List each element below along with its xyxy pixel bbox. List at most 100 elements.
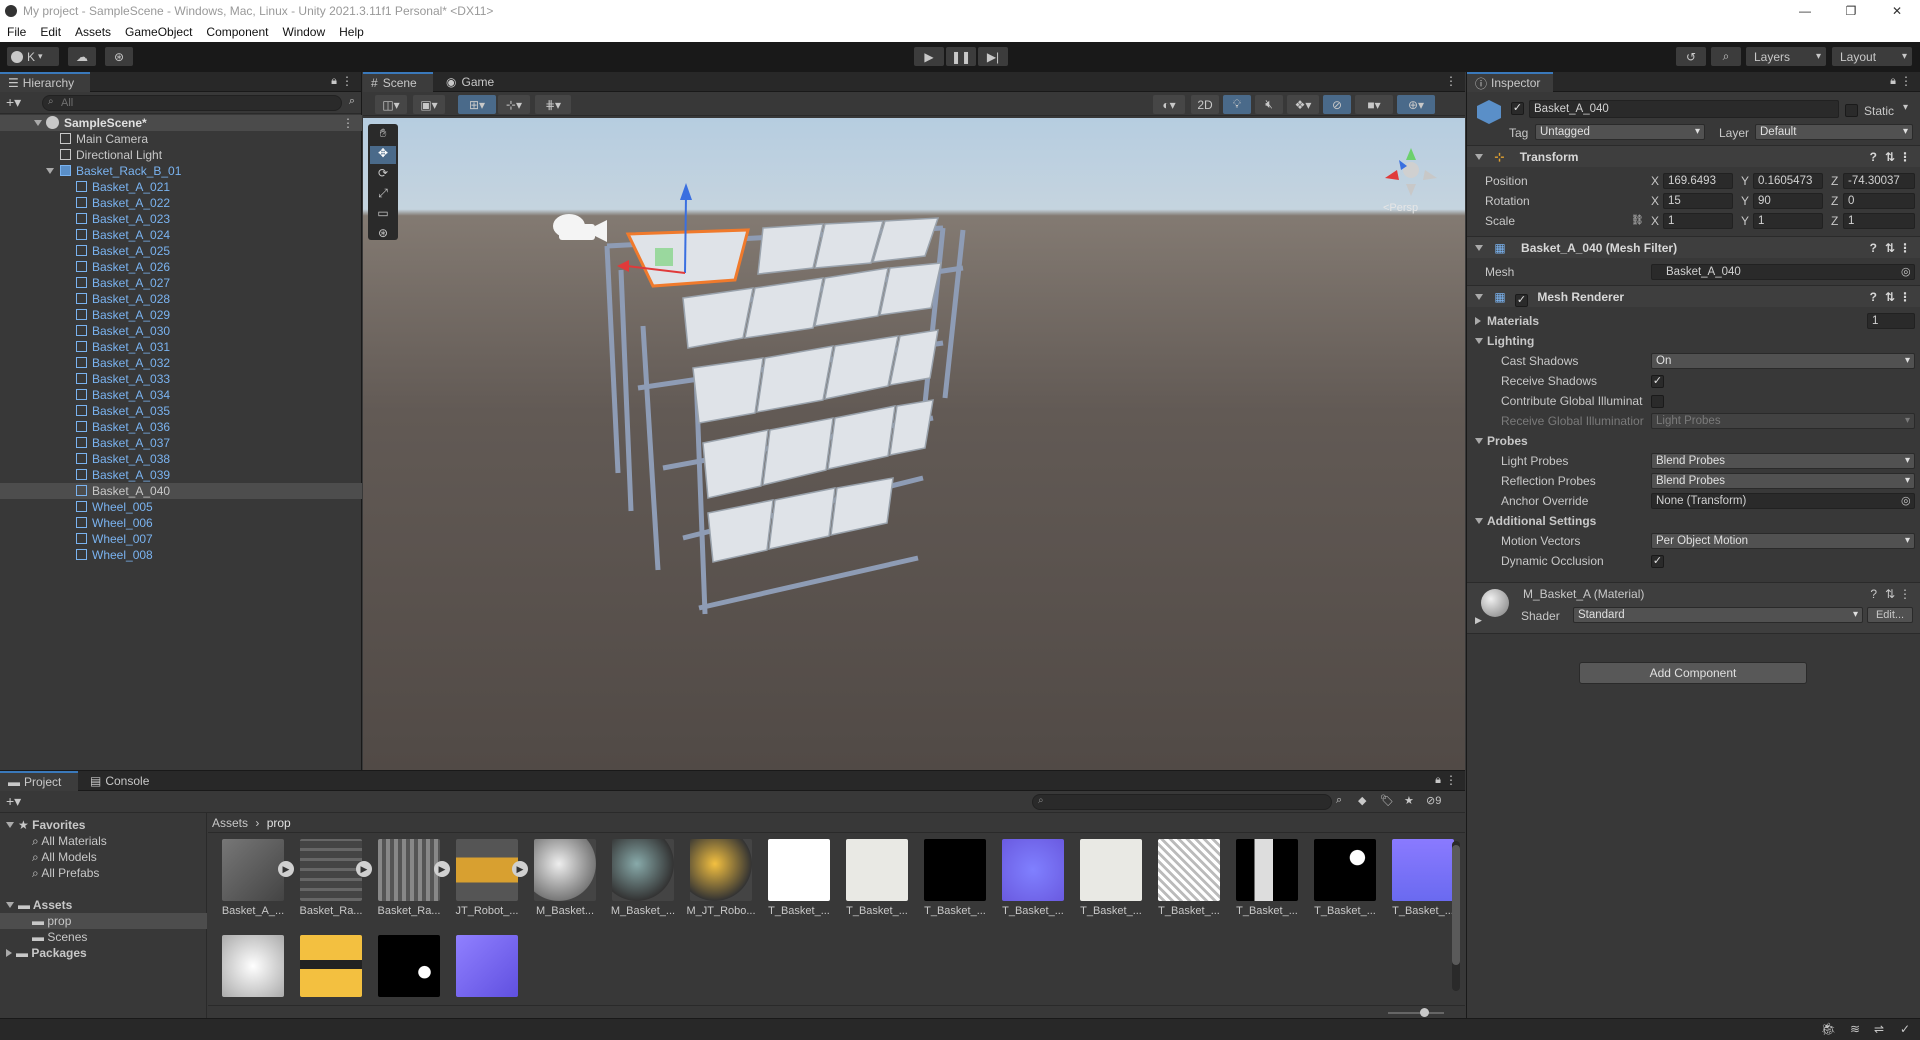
reflection-probes-dropdown[interactable]: Blend Probes [1651, 473, 1915, 489]
project-more-icon[interactable]: ⋮ [1445, 773, 1457, 787]
asset-thumbnail[interactable] [690, 839, 752, 901]
fav-all-materials[interactable]: ⌕ All Materials [0, 833, 207, 849]
asset-thumbnail[interactable] [1314, 839, 1376, 901]
asset-thumbnail[interactable] [300, 839, 362, 901]
mesh-renderer-header[interactable]: ▦ ✓ Mesh Renderer ? ⇅ ⋮ [1467, 285, 1920, 307]
materials-row[interactable]: Materials 1 [1467, 312, 1915, 330]
hierarchy-item[interactable]: Basket_A_022 [0, 195, 362, 211]
component-menu-icon[interactable]: ⋮ [1899, 237, 1911, 259]
position-y-field[interactable]: 0.1605473 [1753, 173, 1823, 189]
component-menu-icon[interactable]: ⋮ [1899, 146, 1911, 168]
create-icon[interactable]: +▾ [6, 793, 21, 810]
breadcrumb-assets[interactable]: Assets [212, 816, 248, 830]
additional-settings-row[interactable]: Additional Settings [1467, 512, 1837, 530]
transform-header[interactable]: ⊹ Transform ? ⇅ ⋮ [1467, 145, 1920, 167]
asset-thumbnail[interactable] [378, 935, 440, 997]
dynamic-occlusion-checkbox[interactable]: ✓ [1651, 555, 1664, 568]
network-icon[interactable]: ⇌ [1874, 1022, 1884, 1036]
mesh-filter-header[interactable]: ▦ Basket_A_040 (Mesh Filter) ? ⇅ ⋮ [1467, 236, 1920, 258]
asset-thumbnail[interactable] [1236, 839, 1298, 901]
receive-shadows-checkbox[interactable]: ✓ [1651, 375, 1664, 388]
asset-thumbnail[interactable] [378, 839, 440, 901]
asset-thumbnail[interactable] [456, 839, 518, 901]
tag-icon[interactable]: 🏷︎ [1380, 794, 1394, 807]
component-menu-icon[interactable]: ⋮ [1899, 286, 1911, 308]
search-by-type-icon[interactable]: ⌕ [1336, 794, 1342, 807]
mesh-field[interactable]: Basket_A_040 [1651, 264, 1915, 280]
asset-thumbnail[interactable] [1158, 839, 1220, 901]
search-type-icon[interactable]: ⌕ [349, 95, 355, 108]
hierarchy-item-selected[interactable]: Basket_A_040 [0, 483, 362, 499]
hierarchy-item[interactable]: Basket_A_025 [0, 243, 362, 259]
hand-tool-icon[interactable]: ✋︎ [370, 126, 396, 144]
toggle-2d-button[interactable]: 2D [1191, 95, 1219, 114]
asset-thumbnail[interactable] [612, 839, 674, 901]
hierarchy-item[interactable]: Basket_A_028 [0, 291, 362, 307]
inspector-more-icon[interactable]: ⋮ [1900, 74, 1912, 88]
rotation-x-field[interactable]: 15 [1663, 193, 1733, 209]
expand-model-icon[interactable]: ▶ [434, 861, 450, 877]
hierarchy-item[interactable]: Basket_A_038 [0, 451, 362, 467]
object-picker-icon[interactable]: ◎ [1901, 263, 1911, 281]
static-dropdown-icon[interactable]: ▾ [1903, 102, 1908, 113]
motion-vectors-dropdown[interactable]: Per Object Motion [1651, 533, 1915, 549]
layers-dropdown[interactable]: Layers ▾ [1746, 47, 1826, 66]
close-button[interactable]: ✕ [1874, 0, 1920, 22]
mesh-renderer-enabled-checkbox[interactable]: ✓ [1515, 294, 1529, 307]
asset-thumbnail[interactable] [456, 935, 518, 997]
hierarchy-item[interactable]: Basket_A_030 [0, 323, 362, 339]
hidden-packages-icon[interactable]: ⊘9 [1426, 794, 1441, 807]
hierarchy-item[interactable]: Basket_A_033 [0, 371, 362, 387]
menu-help[interactable]: Help [332, 25, 371, 39]
asset-thumbnail[interactable] [222, 839, 284, 901]
object-picker-icon[interactable]: ◎ [1901, 492, 1911, 510]
add-component-button[interactable]: Add Component [1579, 662, 1807, 684]
expand-model-icon[interactable]: ▶ [278, 861, 294, 877]
maximize-button[interactable]: ❐ [1828, 0, 1874, 22]
asset-thumbnail[interactable] [1080, 839, 1142, 901]
lock-icon[interactable]: 🔒︎ [331, 75, 337, 88]
inspector-lock-icon[interactable]: 🔒︎ [1890, 75, 1896, 88]
preset-icon[interactable]: ⇅ [1885, 237, 1895, 259]
hierarchy-item[interactable]: Basket_A_037 [0, 435, 362, 451]
static-checkbox[interactable] [1845, 104, 1858, 117]
expand-arrow-icon[interactable] [46, 163, 58, 179]
persp-label[interactable]: <Persp [1383, 202, 1418, 214]
rotation-z-field[interactable]: 0 [1843, 193, 1915, 209]
cast-shadows-dropdown[interactable]: On [1651, 353, 1915, 369]
light-probes-dropdown[interactable]: Blend Probes [1651, 453, 1915, 469]
asset-thumbnail[interactable] [300, 935, 362, 997]
tab-game[interactable]: ◉ Game [438, 72, 498, 92]
rotation-y-field[interactable]: 90 [1753, 193, 1823, 209]
hierarchy-item[interactable]: Basket_A_034 [0, 387, 362, 403]
scale-tool-icon[interactable]: ⤢ [370, 186, 396, 204]
check-icon[interactable]: ✓ [1900, 1022, 1910, 1036]
collab-button[interactable]: ⊛ [105, 47, 133, 66]
object-name-field[interactable]: Basket_A_040 [1529, 100, 1839, 118]
lighting-toggle-button[interactable]: 💡︎ [1223, 95, 1251, 114]
hierarchy-item[interactable]: Basket_Rack_B_01 [0, 163, 362, 179]
rect-tool-icon[interactable]: ▭ [370, 206, 396, 224]
account-button[interactable]: K ▾ [7, 47, 59, 66]
assets-folder-row[interactable]: ▬ Assets [0, 897, 207, 913]
probes-row[interactable]: Probes [1467, 432, 1837, 450]
transform-tool-icon[interactable]: ⊛ [370, 226, 396, 244]
hierarchy-item[interactable]: Wheel_005 [0, 499, 362, 515]
orientation-gizmo[interactable] [1385, 148, 1437, 196]
draw-mode-button[interactable]: ◫▾ [375, 95, 407, 114]
rotate-tool-icon[interactable]: ⟳ [370, 166, 396, 184]
more-icon[interactable]: ⋮ [341, 74, 353, 88]
hierarchy-item[interactable]: Basket_A_029 [0, 307, 362, 323]
step-button[interactable]: ▶| [978, 47, 1008, 66]
stack-icon[interactable]: ≋ [1850, 1022, 1860, 1036]
add-icon[interactable]: +▾ [6, 94, 21, 111]
scale-x-field[interactable]: 1 [1663, 213, 1733, 229]
constrain-proportions-icon[interactable]: ⛓︎ [1631, 212, 1644, 230]
tag-dropdown[interactable]: Untagged [1535, 124, 1705, 140]
hierarchy-item[interactable]: Main Camera [0, 131, 362, 147]
help-icon[interactable]: ? [1870, 286, 1877, 308]
position-z-field[interactable]: -74.30037 [1843, 173, 1915, 189]
tab-console[interactable]: ▤ Console [82, 771, 162, 791]
anchor-override-field[interactable]: None (Transform) [1651, 493, 1915, 509]
material-expand-icon[interactable]: ▶ [1475, 615, 1482, 626]
